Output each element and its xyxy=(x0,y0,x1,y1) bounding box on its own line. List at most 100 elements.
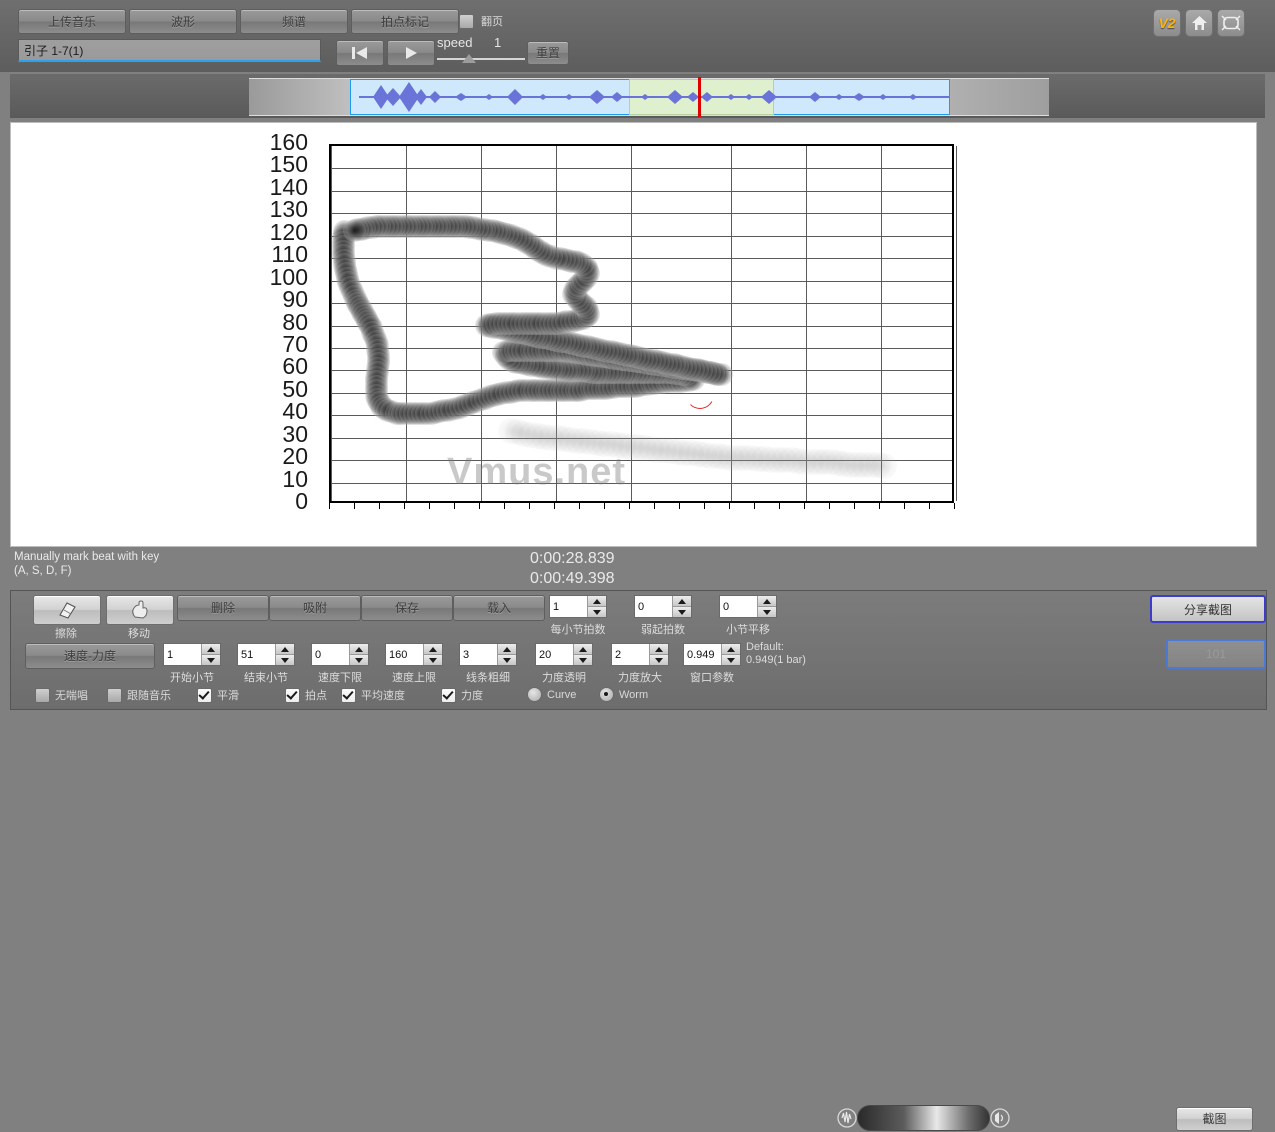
pickup-beats-stepper-up[interactable] xyxy=(673,596,691,606)
start-bar-stepper-up[interactable] xyxy=(202,644,220,654)
line-width-stepper-down[interactable] xyxy=(498,654,516,665)
smooth-checkbox-box[interactable] xyxy=(197,687,212,703)
end-bar-stepper-arrows[interactable] xyxy=(275,644,294,665)
speaker-icon[interactable] xyxy=(990,1106,1011,1130)
tempo-min-stepper-up[interactable] xyxy=(350,644,368,654)
page-turn-box[interactable] xyxy=(459,13,474,29)
average-tempo-checkbox-box[interactable] xyxy=(341,687,356,703)
tempo-max-stepper-down[interactable] xyxy=(424,654,442,665)
speed-slider-knob[interactable] xyxy=(462,54,476,63)
dynamics-opacity-stepper-input[interactable]: 20 xyxy=(535,643,593,666)
beats-per-bar-stepper-input[interactable]: 1 xyxy=(549,595,607,618)
start-bar-stepper-input[interactable]: 1 xyxy=(163,643,221,666)
window-param-stepper-arrows[interactable] xyxy=(721,644,740,665)
end-bar-stepper-up[interactable] xyxy=(276,644,294,654)
volume-control[interactable] xyxy=(836,1104,1011,1132)
bar-shift-stepper-down[interactable] xyxy=(758,606,776,617)
pickup-beats-stepper[interactable]: 0 弱起拍数 xyxy=(634,595,692,637)
dynamics-scale-stepper-down[interactable] xyxy=(650,654,668,665)
waveform-strip[interactable] xyxy=(10,74,1265,118)
pickup-beats-stepper-down[interactable] xyxy=(673,606,691,617)
no-breath-checkbox-box[interactable] xyxy=(35,687,50,703)
start-bar-stepper-arrows[interactable] xyxy=(201,644,220,665)
dynamics-checkbox[interactable]: 力度 xyxy=(441,687,483,703)
fullscreen-icon[interactable] xyxy=(1217,9,1245,37)
play-button[interactable] xyxy=(387,40,435,66)
beats-checkbox-box[interactable] xyxy=(285,687,300,703)
tempo-min-stepper-down[interactable] xyxy=(350,654,368,665)
bar-shift-stepper[interactable]: 0 小节平移 xyxy=(719,595,777,637)
dynamics-scale-stepper-up[interactable] xyxy=(650,644,668,654)
dynamics-checkbox-box[interactable] xyxy=(441,687,456,703)
curve-radio-dot[interactable] xyxy=(527,687,542,702)
dynamics-opacity-stepper-up[interactable] xyxy=(574,644,592,654)
plot-area[interactable] xyxy=(329,144,957,503)
dynamics-opacity-stepper-down[interactable] xyxy=(574,654,592,665)
dynamics-opacity-stepper[interactable]: 20 力度透明 xyxy=(535,643,593,685)
snap-button[interactable]: 吸附 xyxy=(269,595,361,621)
tempo-max-stepper[interactable]: 160 速度上限 xyxy=(385,643,443,685)
start-bar-stepper[interactable]: 1 开始小节 xyxy=(163,643,221,685)
window-param-stepper-up[interactable] xyxy=(722,644,740,654)
erase-tool[interactable] xyxy=(33,595,101,625)
bar-shift-stepper-up[interactable] xyxy=(758,596,776,606)
average-tempo-checkbox[interactable]: 平均速度 xyxy=(341,687,405,703)
delete-button[interactable]: 删除 xyxy=(177,595,269,621)
prev-track-button[interactable] xyxy=(336,40,384,66)
load-button[interactable]: 载入 xyxy=(453,595,545,621)
dynamics-scale-stepper-input[interactable]: 2 xyxy=(611,643,669,666)
window-param-stepper-down[interactable] xyxy=(722,654,740,665)
worm-radio-dot[interactable] xyxy=(599,687,614,702)
beats-per-bar-stepper[interactable]: 1 每小节拍数 xyxy=(549,595,607,637)
waveform-button[interactable]: 波形 xyxy=(129,9,237,34)
waveform-canvas[interactable] xyxy=(249,77,1049,117)
page-turn-checkbox[interactable]: 翻页 xyxy=(459,13,503,29)
no-breath-checkbox[interactable]: 无喘唱 xyxy=(35,687,88,703)
end-bar-stepper[interactable]: 51 结束小节 xyxy=(237,643,295,685)
tempo-dynamics-button[interactable]: 速度-力度 xyxy=(25,643,155,669)
line-width-stepper-up[interactable] xyxy=(498,644,516,654)
tempo-max-stepper-arrows[interactable] xyxy=(423,644,442,665)
dynamics-scale-stepper-arrows[interactable] xyxy=(649,644,668,665)
dynamics-opacity-stepper-arrows[interactable] xyxy=(573,644,592,665)
bar-shift-stepper-arrows[interactable] xyxy=(757,596,776,617)
beats-per-bar-stepper-up[interactable] xyxy=(588,596,606,606)
follow-music-checkbox-box[interactable] xyxy=(107,687,122,703)
home-icon[interactable] xyxy=(1185,9,1213,37)
line-width-stepper-input[interactable]: 3 xyxy=(459,643,517,666)
window-param-stepper[interactable]: 0.949 窗口参数 xyxy=(683,643,741,685)
screenshot-button[interactable]: 截图 xyxy=(1176,1107,1253,1131)
secondary-action-button[interactable]: 101 xyxy=(1166,639,1266,669)
waveform-playhead[interactable] xyxy=(698,77,701,117)
tempo-max-stepper-up[interactable] xyxy=(424,644,442,654)
curve-radio[interactable]: Curve xyxy=(527,687,576,702)
beat-mark-button[interactable]: 拍点标记 xyxy=(351,9,459,34)
tempo-min-stepper-arrows[interactable] xyxy=(349,644,368,665)
smooth-checkbox[interactable]: 平滑 xyxy=(197,687,239,703)
tempo-min-stepper-input[interactable]: 0 xyxy=(311,643,369,666)
worm-radio[interactable]: Worm xyxy=(599,687,648,702)
volume-slider[interactable] xyxy=(857,1105,990,1131)
share-screenshot-button[interactable]: 分享截图 xyxy=(1150,595,1266,623)
save-button[interactable]: 保存 xyxy=(361,595,453,621)
track-name-input[interactable]: 引子 1-7(1) xyxy=(18,39,321,62)
v2-badge[interactable]: V2 xyxy=(1153,9,1181,37)
reset-button[interactable]: 重置 xyxy=(527,41,569,65)
line-width-stepper[interactable]: 3 线条粗细 xyxy=(459,643,517,685)
upload-music-button[interactable]: 上传音乐 xyxy=(18,9,126,34)
dynamics-scale-stepper[interactable]: 2 力度放大 xyxy=(611,643,669,685)
beats-checkbox[interactable]: 拍点 xyxy=(285,687,327,703)
speed-slider[interactable] xyxy=(437,54,525,63)
start-bar-stepper-down[interactable] xyxy=(202,654,220,665)
window-param-stepper-input[interactable]: 0.949 xyxy=(683,643,741,666)
tempo-min-stepper[interactable]: 0 速度下限 xyxy=(311,643,369,685)
end-bar-stepper-input[interactable]: 51 xyxy=(237,643,295,666)
pickup-beats-stepper-arrows[interactable] xyxy=(672,596,691,617)
move-tool[interactable] xyxy=(106,595,174,625)
pickup-beats-stepper-input[interactable]: 0 xyxy=(634,595,692,618)
line-width-stepper-arrows[interactable] xyxy=(497,644,516,665)
beats-per-bar-stepper-arrows[interactable] xyxy=(587,596,606,617)
tempo-max-stepper-input[interactable]: 160 xyxy=(385,643,443,666)
end-bar-stepper-down[interactable] xyxy=(276,654,294,665)
follow-music-checkbox[interactable]: 跟随音乐 xyxy=(107,687,171,703)
